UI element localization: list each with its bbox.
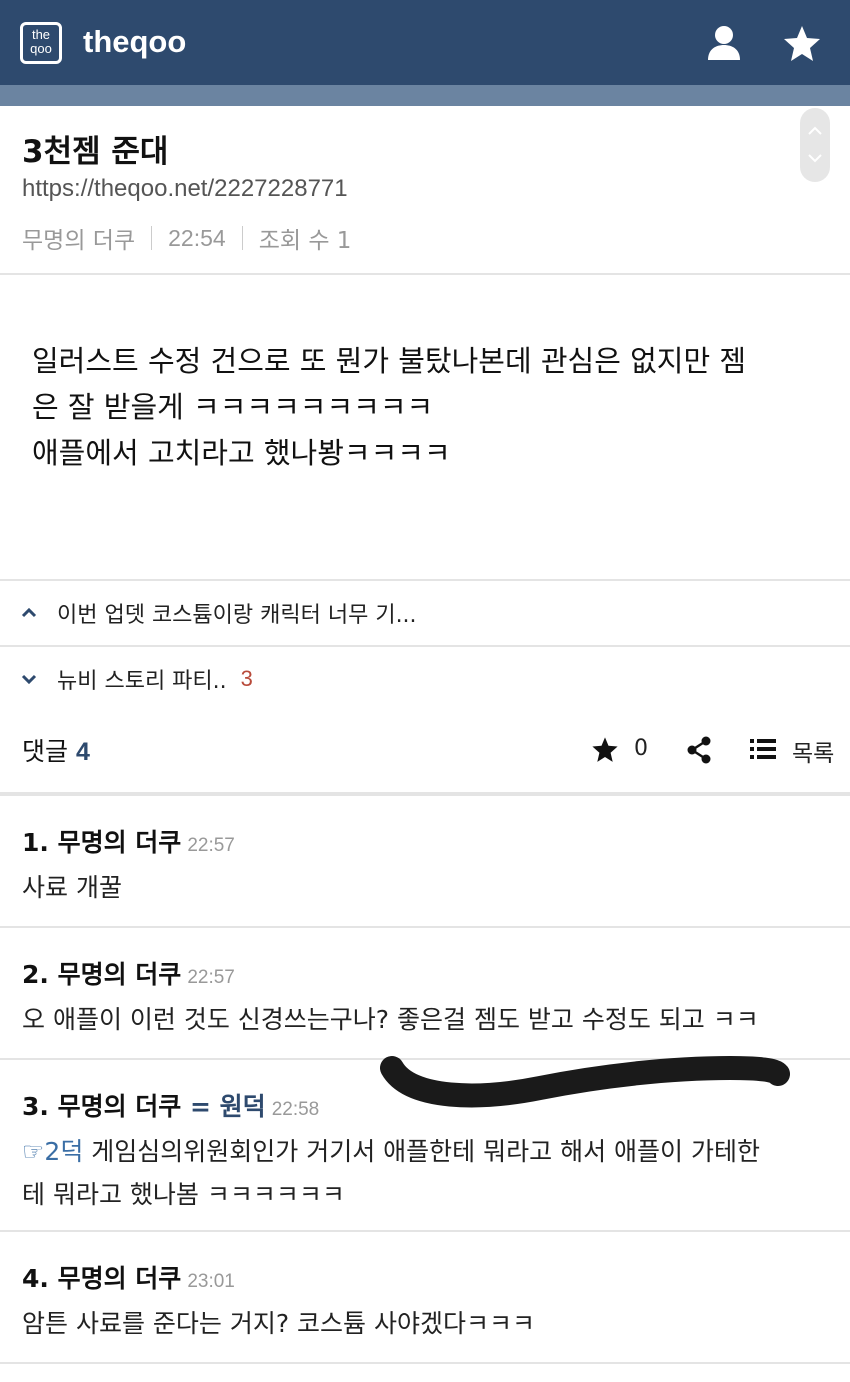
comment-header: 4. 무명의 더쿠 23:01: [22, 1259, 235, 1295]
post-body-line: 은 잘 받을게 ㅋㅋㅋㅋㅋㅋㅋㅋㅋ: [32, 390, 434, 424]
scroll-down-icon[interactable]: [807, 153, 823, 163]
comment-text: 오 애플이 이런 것도 신경쓰는구나? 좋은걸 젬도 받고 수정도 되고 ㅋㅋ: [22, 1005, 759, 1034]
comment-time: 22:57: [187, 967, 235, 988]
divider: [0, 1230, 850, 1232]
comment-count-label: 댓글 4: [22, 732, 90, 768]
post-views: 조회 수 1: [258, 228, 352, 254]
share-icon[interactable]: [686, 736, 712, 764]
post-time: 22:54: [168, 224, 226, 251]
logo-text-top: the: [31, 27, 51, 42]
post-title: 3천젬 준대: [22, 134, 169, 170]
comment-author: 4. 무명의 더쿠: [22, 1264, 182, 1293]
reply-reference-link[interactable]: ☞2덕: [22, 1137, 83, 1166]
comment-time: 22:58: [271, 1099, 320, 1120]
post-author: 무명의 더쿠: [22, 228, 136, 254]
meta-divider: [151, 226, 153, 250]
comment-header: 1. 무명의 더쿠 22:57: [22, 823, 235, 859]
comment-header: 3. 무명의 더쿠 = 원덕 22:58: [22, 1087, 319, 1123]
logo-text-bottom: qoo: [30, 41, 52, 56]
prev-post-link[interactable]: 이번 업뎃 코스튬이랑 캐릭터 너무 기...: [0, 581, 850, 645]
list-button-label[interactable]: 목록: [792, 734, 834, 768]
comment-author: 2. 무명의 더쿠: [22, 960, 182, 989]
chevron-down-icon: [21, 674, 37, 684]
user-icon[interactable]: [705, 24, 743, 62]
comment-text: 테 뭐라고 했나봄 ㅋㅋㅋㅋㅋㅋ: [22, 1180, 345, 1209]
post-body: 일러스트 수정 건으로 또 뭔가 불탔나본데 관심은 없지만 젬 은 잘 받을게…: [32, 338, 822, 476]
next-post-link[interactable]: 뉴비 스토리 파티.. 3: [0, 647, 850, 711]
post-body-line: 일러스트 수정 건으로 또 뭔가 불탔나본데 관심은 없지만 젬: [32, 344, 747, 378]
divider: [0, 792, 850, 796]
author-tag: = 원덕: [190, 1092, 266, 1121]
comment-text: 암튼 사료를 준다는 거지? 코스튬 사야겠다ㅋㅋㅋ: [22, 1309, 536, 1338]
comment-time: 22:57: [187, 835, 235, 856]
next-post-comment-count: 3: [240, 666, 253, 691]
post-url[interactable]: https://theqoo.net/2227228771: [22, 175, 348, 203]
comment-bar: 댓글 4 0 목록: [0, 722, 850, 778]
bookmark-count: 0: [634, 736, 648, 761]
comment-count: 4: [75, 738, 90, 766]
redaction-scribble: [380, 1055, 790, 1108]
top-bar: the qoo theqoo: [0, 0, 850, 85]
next-post-title: 뉴비 스토리 파티..: [57, 669, 227, 694]
list-icon[interactable]: [750, 738, 776, 760]
comment-time: 23:01: [187, 1271, 235, 1292]
comment-body: ☞2덕 게임심의위원회인가 거기서 애플한테 뭐라고 해서 애플이 가테한 테 …: [22, 1130, 822, 1216]
site-logo-icon[interactable]: the qoo: [20, 22, 62, 64]
comment-text: 사료 개꿀: [22, 873, 122, 902]
chevron-up-icon: [21, 608, 37, 618]
prev-post-title: 이번 업뎃 코스튬이랑 캐릭터 너무 기...: [57, 603, 417, 628]
scroll-control[interactable]: [800, 108, 830, 182]
divider: [0, 1362, 850, 1364]
scroll-up-icon[interactable]: [807, 126, 823, 136]
sub-bar: [0, 85, 850, 106]
site-name[interactable]: theqoo: [83, 24, 186, 60]
comment-header: 2. 무명의 더쿠 22:57: [22, 955, 235, 991]
bookmark-star-icon[interactable]: [591, 736, 619, 764]
divider: [0, 273, 850, 275]
comment-author: 3. 무명의 더쿠: [22, 1092, 182, 1121]
post-meta: 무명의 더쿠 22:54 조회 수 1: [22, 221, 351, 255]
comment-label: 댓글: [22, 737, 69, 766]
comment-body: 오 애플이 이런 것도 신경쓰는구나? 좋은걸 젬도 받고 수정도 되고 ㅋㅋ: [22, 998, 822, 1041]
comment-body: 사료 개꿀: [22, 866, 822, 909]
post-body-line: 애플에서 고치라고 했나봥ㅋㅋㅋㅋ: [32, 436, 451, 470]
comment-author: 1. 무명의 더쿠: [22, 828, 182, 857]
star-icon[interactable]: [782, 24, 822, 64]
divider: [0, 926, 850, 928]
meta-divider: [241, 226, 243, 250]
comment-text: 게임심의위원회인가 거기서 애플한테 뭐라고 해서 애플이 가테한: [83, 1137, 760, 1166]
comment-body: 암튼 사료를 준다는 거지? 코스튬 사야겠다ㅋㅋㅋ: [22, 1302, 822, 1345]
